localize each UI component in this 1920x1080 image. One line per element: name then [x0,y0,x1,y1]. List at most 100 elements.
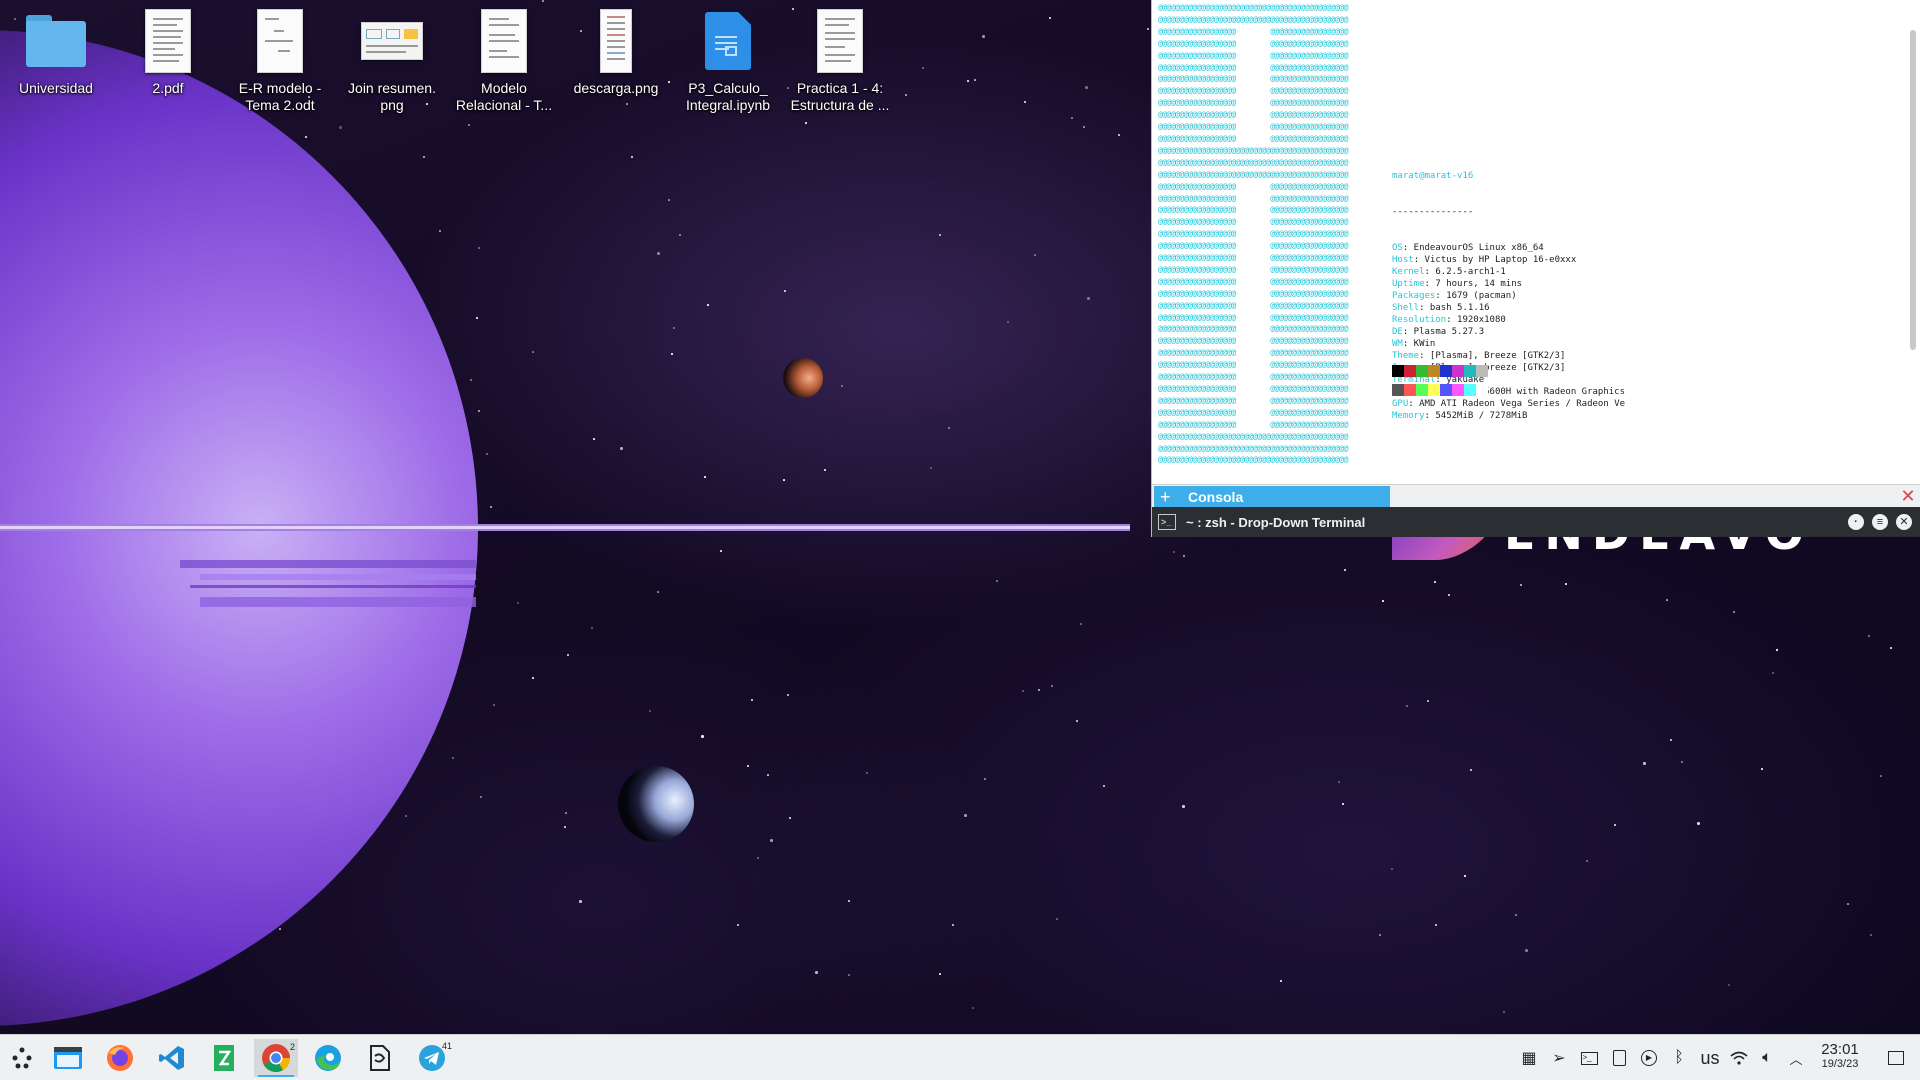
firefox-icon [107,1045,133,1071]
palette-swatch [1428,365,1440,377]
neofetch-line: Host: Victus by HP Laptop 16-e0xxx [1392,254,1625,266]
palette-swatch [1416,384,1428,396]
menu-icon[interactable]: ≡ [1872,514,1888,530]
document-viewer-icon [370,1045,390,1071]
desktop-icon-label: E-R modelo - Tema 2.odt [238,80,322,113]
neofetch-line: Uptime: 7 hours, 14 mins [1392,278,1625,290]
palette-swatch [1464,365,1476,377]
desktop-icon-label: Practica 1 - 4: Estructura de ... [790,80,890,113]
clock-date: 19/3/23 [1821,1058,1859,1070]
desktop-icon-modelo-relacional[interactable]: Modelo Relacional - T... [448,6,560,114]
neofetch-info: marat@marat-v16 --------------- OS: Ende… [1392,146,1625,446]
tab-consola[interactable]: + Consola [1154,486,1390,507]
neofetch-line: Theme: [Plasma], Breeze [GTK2/3] [1392,350,1625,362]
palette-swatch [1392,384,1404,396]
calc-spreadsheet-button[interactable] [202,1039,246,1077]
file-manager-button[interactable] [46,1039,90,1077]
terminal-output[interactable]: @@@@@@@@@@@@@@@@@@@@@@@@@@@@@@@@@@@@@@@@… [1152,0,1920,484]
wifi-icon[interactable] [1728,1035,1750,1080]
neofetch-key: Resolution [1392,315,1447,325]
expand-tray-icon[interactable]: ︿ [1786,1035,1806,1080]
calc-spreadsheet-icon [214,1045,234,1071]
folder-icon [26,15,86,67]
terminal-tray-icon[interactable]: >_ [1578,1035,1600,1080]
open-panel-icon[interactable]: · [1848,514,1864,530]
media-play-icon[interactable]: ▶ [1638,1035,1660,1080]
edge-button[interactable] [306,1039,350,1077]
neofetch-value: : 1920x1080 [1446,315,1506,325]
palette-swatch [1464,384,1476,396]
show-desktop-icon[interactable] [1884,1035,1908,1080]
vscode-icon [159,1046,184,1070]
desktop-icon-er-modelo[interactable]: E-R modelo - Tema 2.odt [224,6,336,114]
palette-swatch [1440,384,1452,396]
terminal-title-bar: >_ ~ : zsh - Drop-Down Terminal · ≡ ✕ [1152,507,1920,537]
neofetch-key: WM [1392,339,1403,349]
bluetooth-icon[interactable]: ᛒ [1668,1035,1690,1080]
palette-swatch [1392,365,1404,377]
desktop-icon-join-resumen[interactable]: Join resumen. png [336,6,448,114]
neofetch-key: Shell [1392,303,1420,313]
palette-swatch [1416,365,1428,377]
endeavouros-ascii-art: @@@@@@@@@@@@@@@@@@@@@@@@@@@@@@@@@@@@@@@@… [1158,3,1348,465]
desktop-icon-label: P3_Calculo_ Integral.ipynb [685,80,771,113]
neofetch-value: : EndeavourOS Linux x86_64 [1402,243,1544,253]
digital-clock[interactable]: 23:01 19/3/23 [1810,1041,1870,1071]
telegram-tray-icon[interactable]: ➢ [1548,1035,1570,1080]
telegram-button[interactable]: 41 [410,1039,454,1077]
neofetch-key: DE [1392,327,1403,337]
close-icon[interactable]: ✕ [1896,514,1912,530]
keyboard-layout-indicator[interactable]: us [1696,1035,1724,1080]
image-document-icon [600,9,632,73]
neofetch-key: GPU [1392,399,1409,409]
desktop-icon-label: descarga.png [573,80,659,96]
terminal-scrollbar[interactable] [1910,30,1916,350]
palette-swatch [1404,365,1416,377]
vscode-button[interactable] [150,1039,194,1077]
desktop-icon-label: Modelo Relacional - T... [455,80,553,113]
tab-label: Consola [1188,488,1244,505]
neofetch-line: WM: KWin [1392,338,1625,350]
overview-icon[interactable]: ▦ [1518,1035,1540,1080]
document-icon [481,9,527,73]
neofetch-separator: --------------- [1392,207,1474,217]
neofetch-value: : 6.2.5-arch1-1 [1424,267,1506,277]
desktop-icon-practica-1-4[interactable]: Practica 1 - 4: Estructura de ... [784,6,896,114]
document-viewer-button[interactable] [358,1039,402,1077]
neofetch-line: DE: Plasma 5.27.3 [1392,326,1625,338]
terminal-icon: >_ [1158,514,1176,530]
neofetch-key: Packages [1392,291,1436,301]
close-tab-icon[interactable]: ✕ [1899,487,1917,505]
desktop-icon-universidad[interactable]: Universidad [0,6,112,97]
neofetch-line: Packages: 1679 (pacman) [1392,290,1625,302]
palette-swatch [1476,365,1488,377]
neofetch-key: Kernel [1392,267,1425,277]
yakuake-terminal-window[interactable]: @@@@@@@@@@@@@@@@@@@@@@@@@@@@@@@@@@@@@@@@… [1152,0,1920,537]
neofetch-key: Memory [1392,411,1425,421]
image-thumbnail-icon [361,22,423,60]
palette-swatch [1404,384,1416,396]
clipboard-icon[interactable] [1608,1035,1630,1080]
neofetch-value: : AMD ATI Radeon Vega Series / Radeon Ve [1408,399,1626,409]
new-tab-icon[interactable]: + [1160,488,1176,506]
neofetch-value: : 5452MiB / 7278MiB [1424,411,1528,421]
neofetch-line: Memory: 5452MiB / 7278MiB [1392,410,1625,422]
chrome-button[interactable]: 2 [254,1039,298,1077]
neofetch-value: : Plasma 5.27.3 [1402,327,1485,337]
firefox-button[interactable] [98,1039,142,1077]
terminal-title: ~ : zsh - Drop-Down Terminal [1186,514,1366,530]
telegram-badge: 41 [441,1041,452,1051]
neofetch-value: : [Plasma], Breeze [GTK2/3] [1419,351,1566,361]
application-launcher-button[interactable] [0,1039,44,1077]
desktop-icon-label: Universidad [19,80,93,96]
notebook-file-icon [705,12,751,70]
document-icon [817,9,863,73]
palette-swatch [1452,384,1464,396]
desktop-icon-2-pdf[interactable]: 2.pdf [112,6,224,97]
desktop-icon-p3-calculo[interactable]: P3_Calculo_ Integral.ipynb [672,6,784,114]
neofetch-line: Shell: bash 5.1.16 [1392,302,1625,314]
neofetch-line: Resolution: 1920x1080 [1392,314,1625,326]
neofetch-user-host: marat@marat-v16 [1392,171,1474,181]
desktop-icon-descarga[interactable]: descarga.png [560,6,672,97]
volume-icon[interactable]: 🔈︎ [1756,1035,1778,1080]
